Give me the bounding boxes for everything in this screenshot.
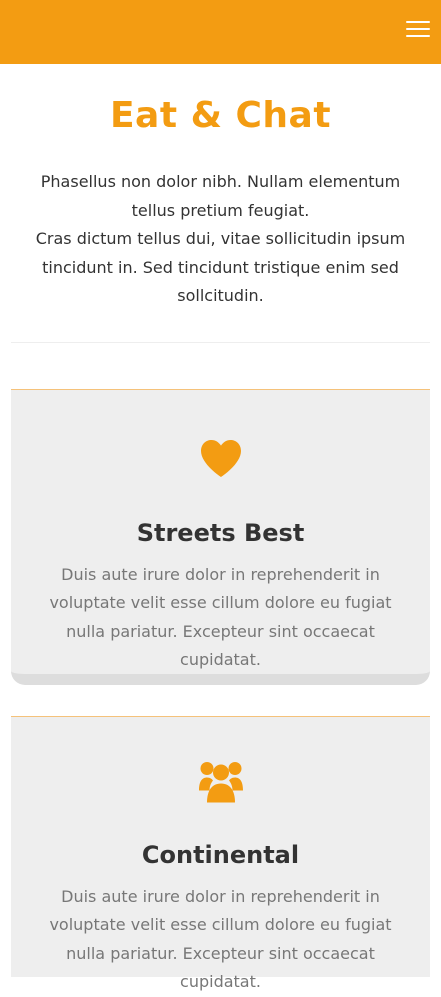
hero-section: Eat & Chat Phasellus non dolor nibh. Nul…	[0, 64, 441, 311]
feature-title: Streets Best	[136, 518, 305, 547]
feature-card-continental: Continental Duis aute irure dolor in rep…	[11, 715, 430, 991]
page-title: Eat & Chat	[109, 95, 332, 136]
top-navbar	[0, 0, 441, 64]
section-divider	[11, 341, 430, 343]
feature-description: Duis aute irure dolor in reprehenderit i…	[49, 886, 392, 992]
intro-text: Phasellus non dolor nibh. Nullam element…	[18, 168, 423, 311]
feature-card-streets-best: Streets Best Duis aute irure dolor in re…	[11, 388, 430, 685]
heart-icon	[200, 439, 241, 477]
hamburger-menu-icon[interactable]	[406, 21, 430, 39]
intro-line-2: Cras dictum tellus dui, vitae sollicitud…	[35, 229, 406, 305]
intro-line-1: Phasellus non dolor nibh. Nullam element…	[40, 172, 401, 220]
users-icon	[198, 761, 243, 802]
feature-description: Duis aute irure dolor in reprehenderit i…	[49, 564, 392, 670]
feature-title: Continental	[141, 840, 300, 869]
